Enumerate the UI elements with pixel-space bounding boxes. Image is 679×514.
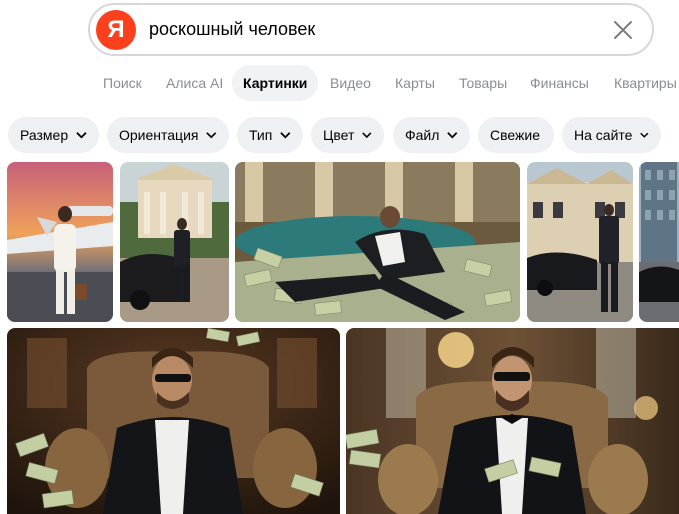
filter-size[interactable]: Размер <box>8 117 99 153</box>
clear-search-button[interactable] <box>611 18 635 42</box>
filter-label: Свежие <box>490 127 540 143</box>
tab-alice-ai[interactable]: Алиса AI <box>166 65 223 101</box>
filter-fresh[interactable]: Свежие <box>478 117 554 153</box>
filter-label: Цвет <box>323 127 355 143</box>
chevron-down-icon <box>362 132 372 139</box>
image-result[interactable] <box>7 328 340 514</box>
yandex-logo[interactable]: Я <box>96 10 136 50</box>
filter-label: Тип <box>249 127 273 143</box>
filter-type[interactable]: Тип <box>237 117 303 153</box>
tab-maps[interactable]: Карты <box>395 65 435 101</box>
chevron-down-icon <box>76 132 87 139</box>
search-tabs: Поиск Алиса AI Картинки Видео Карты Това… <box>0 65 679 101</box>
chevron-down-icon <box>640 132 649 138</box>
jet-woman-image <box>7 162 113 322</box>
tab-goods[interactable]: Товары <box>459 65 507 101</box>
mansion-car-image <box>120 162 229 322</box>
filter-label: Размер <box>20 127 69 143</box>
money-pool-image <box>235 162 520 322</box>
close-icon <box>614 21 632 39</box>
filter-label: Файл <box>405 127 440 143</box>
search-input[interactable]: роскошный человек <box>149 19 315 40</box>
tab-finance[interactable]: Финансы <box>530 65 589 101</box>
tuxedo-man-image <box>346 328 679 514</box>
image-result[interactable] <box>527 162 633 322</box>
tab-video[interactable]: Видео <box>330 65 371 101</box>
tab-search[interactable]: Поиск <box>103 65 142 101</box>
filter-orientation[interactable]: Ориентация <box>107 117 229 153</box>
filter-label: Ориентация <box>119 127 199 143</box>
palace-car-image <box>527 162 633 322</box>
image-result[interactable] <box>7 162 113 322</box>
chevron-down-icon <box>280 132 291 139</box>
chevron-down-icon <box>447 132 458 139</box>
city-street-image <box>639 162 679 322</box>
filter-label: На сайте <box>574 127 633 143</box>
search-bar[interactable]: Я роскошный человек <box>88 3 654 56</box>
chevron-down-icon <box>206 132 217 139</box>
armchair-man-image <box>7 328 340 514</box>
filter-on-site[interactable]: На сайте <box>562 117 661 153</box>
filter-file[interactable]: Файл <box>393 117 470 153</box>
tab-apartments[interactable]: Квартиры <box>614 65 677 101</box>
image-result[interactable] <box>235 162 520 322</box>
filter-color[interactable]: Цвет <box>311 117 384 153</box>
tab-images[interactable]: Картинки <box>232 65 319 101</box>
image-result[interactable] <box>120 162 229 322</box>
image-result[interactable] <box>639 162 679 322</box>
image-result[interactable] <box>346 328 679 514</box>
